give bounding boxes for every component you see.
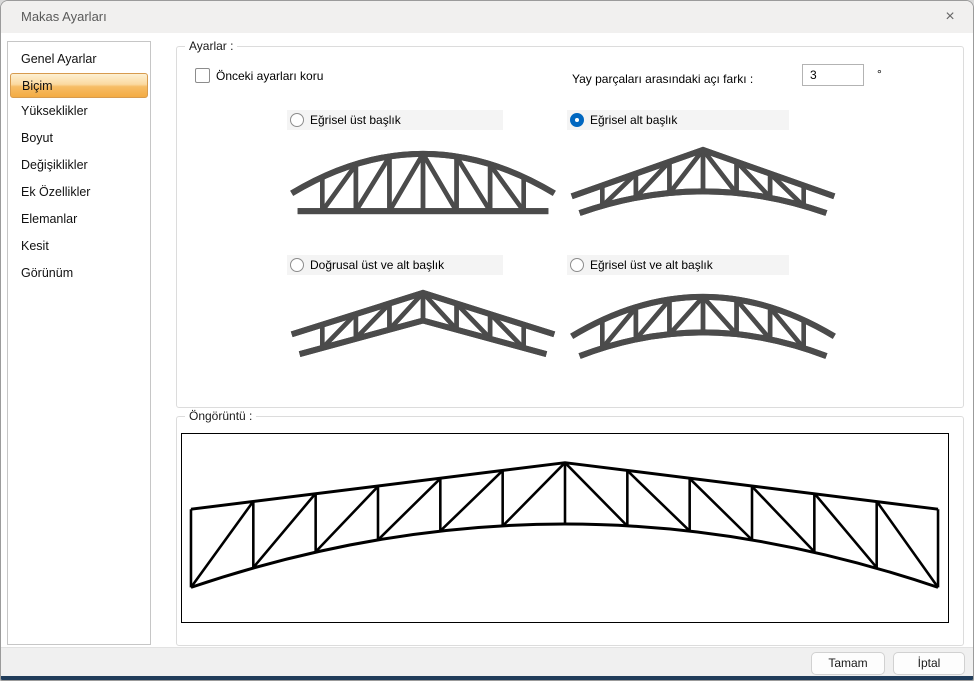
close-icon[interactable]: ×	[940, 7, 960, 27]
radio-curved-top-bottom-icon[interactable]	[570, 258, 584, 272]
option-straight-top-bottom: Doğrusal üst ve alt başlık	[287, 255, 559, 362]
window-title: Makas Ayarları	[21, 9, 107, 24]
radio-curved-bottom-icon[interactable]	[570, 113, 584, 127]
option-curved-top: Eğrisel üst başlık	[287, 110, 559, 219]
keep-previous-label: Önceki ayarları koru	[216, 69, 323, 83]
radio-row-straight-top-bottom[interactable]: Doğrusal üst ve alt başlık	[287, 255, 503, 275]
option-curved-top-bottom: Eğrisel üst ve alt başlık	[567, 255, 839, 362]
preview-groupbox: Öngörüntü :	[176, 416, 964, 646]
angle-difference-label: Yay parçaları arasındaki açı farkı :	[572, 72, 753, 86]
settings-group-title: Ayarlar :	[185, 39, 237, 53]
radio-curved-bottom-label: Eğrisel alt başlık	[590, 113, 677, 127]
radio-curved-top-bottom-label: Eğrisel üst ve alt başlık	[590, 258, 713, 272]
truss-thumbnail-curved-top-bottom-icon	[567, 285, 839, 362]
sidebar-item-gorunum[interactable]: Görünüm	[8, 260, 150, 287]
dialog-window: Makas Ayarları × Genel Ayarlar Biçim Yük…	[0, 0, 974, 681]
keep-previous-checkbox[interactable]	[195, 68, 210, 83]
footer-bar: Tamam İptal	[1, 647, 973, 678]
sidebar-item-elemanlar[interactable]: Elemanlar	[8, 206, 150, 233]
sidebar-item-ek-ozellikler[interactable]: Ek Özellikler	[8, 179, 150, 206]
truss-thumbnail-straight-top-bottom-icon	[287, 285, 559, 362]
sidebar-item-boyut[interactable]: Boyut	[8, 125, 150, 152]
ok-button[interactable]: Tamam	[811, 652, 885, 675]
titlebar: Makas Ayarları ×	[1, 1, 973, 33]
sidebar-item-bicim[interactable]: Biçim	[10, 73, 148, 98]
preview-group-title: Öngörüntü :	[185, 409, 256, 423]
sidebar-item-yukseklikler[interactable]: Yükseklikler	[8, 98, 150, 125]
sidebar-item-genel-ayarlar[interactable]: Genel Ayarlar	[8, 46, 150, 73]
window-bottom-edge	[1, 676, 973, 680]
angle-difference-input[interactable]	[802, 64, 864, 86]
radio-curved-top-icon[interactable]	[290, 113, 304, 127]
radio-straight-top-bottom-label: Doğrusal üst ve alt başlık	[310, 258, 444, 272]
radio-row-curved-top-bottom[interactable]: Eğrisel üst ve alt başlık	[567, 255, 789, 275]
degree-unit-label: °	[877, 67, 882, 81]
cancel-button[interactable]: İptal	[893, 652, 965, 675]
settings-groupbox: Ayarlar : Önceki ayarları koru Yay parça…	[176, 46, 964, 408]
radio-row-curved-top[interactable]: Eğrisel üst başlık	[287, 110, 503, 130]
truss-thumbnail-curved-top-icon	[287, 142, 559, 219]
option-curved-bottom: Eğrisel alt başlık	[567, 110, 839, 219]
radio-curved-top-label: Eğrisel üst başlık	[310, 113, 401, 127]
sidebar-item-degisiklikler[interactable]: Değişiklikler	[8, 152, 150, 179]
radio-row-curved-bottom[interactable]: Eğrisel alt başlık	[567, 110, 789, 130]
truss-thumbnail-curved-bottom-icon	[567, 142, 839, 219]
preview-canvas	[181, 433, 949, 623]
sidebar: Genel Ayarlar Biçim Yükseklikler Boyut D…	[7, 41, 151, 645]
truss-preview-drawing	[182, 434, 948, 622]
radio-straight-top-bottom-icon[interactable]	[290, 258, 304, 272]
keep-previous-settings-row[interactable]: Önceki ayarları koru	[195, 68, 323, 83]
sidebar-item-kesit[interactable]: Kesit	[8, 233, 150, 260]
